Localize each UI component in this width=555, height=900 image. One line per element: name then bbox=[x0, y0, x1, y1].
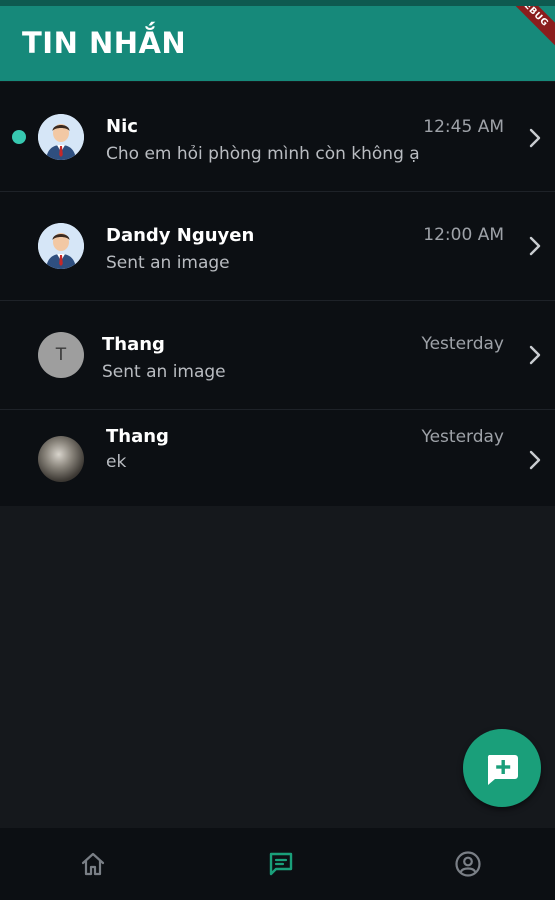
message-preview: ek bbox=[106, 452, 127, 472]
contact-name: Thang bbox=[102, 334, 165, 355]
message-time: Yesterday bbox=[421, 334, 504, 354]
user-avatar-icon bbox=[38, 223, 84, 269]
account-icon bbox=[455, 851, 481, 877]
contact-name: Dandy Nguyen bbox=[106, 225, 255, 246]
bottom-navigation bbox=[0, 828, 555, 900]
contact-name: Thang bbox=[106, 426, 169, 447]
message-time: 12:00 AM bbox=[423, 225, 504, 245]
conversation-row-thang-2[interactable]: Thang ek Yesterday bbox=[0, 410, 555, 506]
conversation-row-thang[interactable]: T Thang Sent an image Yesterday bbox=[0, 301, 555, 409]
nav-home[interactable] bbox=[63, 828, 123, 900]
nav-messages[interactable] bbox=[251, 828, 311, 900]
chevron-right-icon bbox=[529, 236, 541, 256]
new-message-icon bbox=[487, 755, 518, 785]
message-preview: Sent an image bbox=[106, 253, 230, 273]
message-time: Yesterday bbox=[421, 427, 504, 447]
new-message-button[interactable] bbox=[463, 729, 541, 807]
photo-avatar bbox=[38, 436, 84, 482]
contact-name: Nic bbox=[106, 116, 138, 137]
chat-icon bbox=[269, 852, 293, 876]
message-time: 12:45 AM bbox=[423, 117, 504, 137]
conversation-row-dandy-nguyen[interactable]: Dandy Nguyen Sent an image 12:00 AM bbox=[0, 192, 555, 300]
page-title: TIN NHẮN bbox=[22, 26, 187, 60]
app-bar: TIN NHẮN DEBUG bbox=[0, 6, 555, 81]
conversation-list: Nic Cho em hỏi phòng mình còn không ạ 12… bbox=[0, 82, 555, 506]
user-avatar-icon bbox=[38, 114, 84, 160]
chevron-right-icon bbox=[529, 128, 541, 148]
letter-avatar: T bbox=[38, 332, 84, 378]
chevron-right-icon bbox=[529, 345, 541, 365]
chevron-right-icon bbox=[529, 450, 541, 470]
message-preview: Sent an image bbox=[102, 362, 226, 382]
home-icon bbox=[81, 852, 105, 876]
debug-banner: DEBUG bbox=[491, 6, 555, 54]
message-preview: Cho em hỏi phòng mình còn không ạ bbox=[106, 144, 420, 164]
conversation-row-nic[interactable]: Nic Cho em hỏi phòng mình còn không ạ 12… bbox=[0, 82, 555, 191]
unread-indicator bbox=[12, 130, 26, 144]
nav-account[interactable] bbox=[438, 828, 498, 900]
